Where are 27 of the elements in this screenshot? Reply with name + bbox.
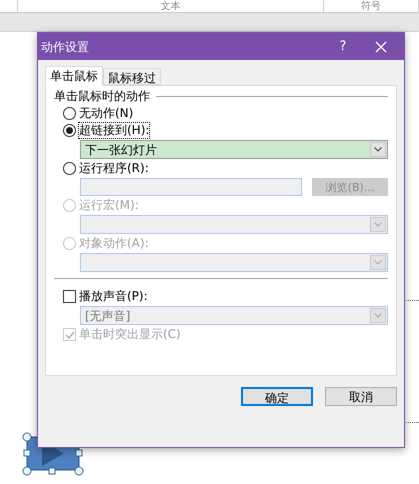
check-icon <box>64 330 74 340</box>
dialog-button[interactable]: 取消 <box>325 387 397 406</box>
group-title: 单击鼠标时的动作 <box>54 89 150 104</box>
option-label: 超链接到(H): <box>79 123 150 138</box>
radio-button[interactable] <box>63 107 76 120</box>
window-title: 动作设置 <box>41 38 90 56</box>
option-label: 播放声音(P): <box>79 289 148 304</box>
dropdown[interactable]: 下一张幻灯片 <box>80 140 388 159</box>
tab[interactable]: 鼠标移过 <box>103 68 161 85</box>
option-label: 单击时突出显示(C) <box>79 327 181 342</box>
radio-button[interactable] <box>63 162 76 175</box>
option-label: 无动作(N) <box>79 106 134 121</box>
ribbon-group-label: 文本 <box>160 2 180 12</box>
close-icon <box>375 40 387 52</box>
radio-button[interactable] <box>63 124 76 137</box>
option-label: 对象动作(A): <box>79 236 149 251</box>
chevron-down-icon <box>370 217 386 232</box>
option-label: 运行宏(M): <box>79 198 139 213</box>
help-button[interactable]: ? <box>328 36 358 56</box>
chevron-down-icon <box>370 255 386 270</box>
chevron-down-icon <box>370 308 386 323</box>
ribbon-group-label: 符号 <box>361 2 381 12</box>
dialog-button[interactable]: 确定 <box>241 387 313 406</box>
chevron-down-icon <box>370 142 386 157</box>
tab[interactable]: 单击鼠标 <box>45 66 103 86</box>
checkbox[interactable] <box>63 290 76 303</box>
option-label: 运行程序(R): <box>79 161 149 176</box>
